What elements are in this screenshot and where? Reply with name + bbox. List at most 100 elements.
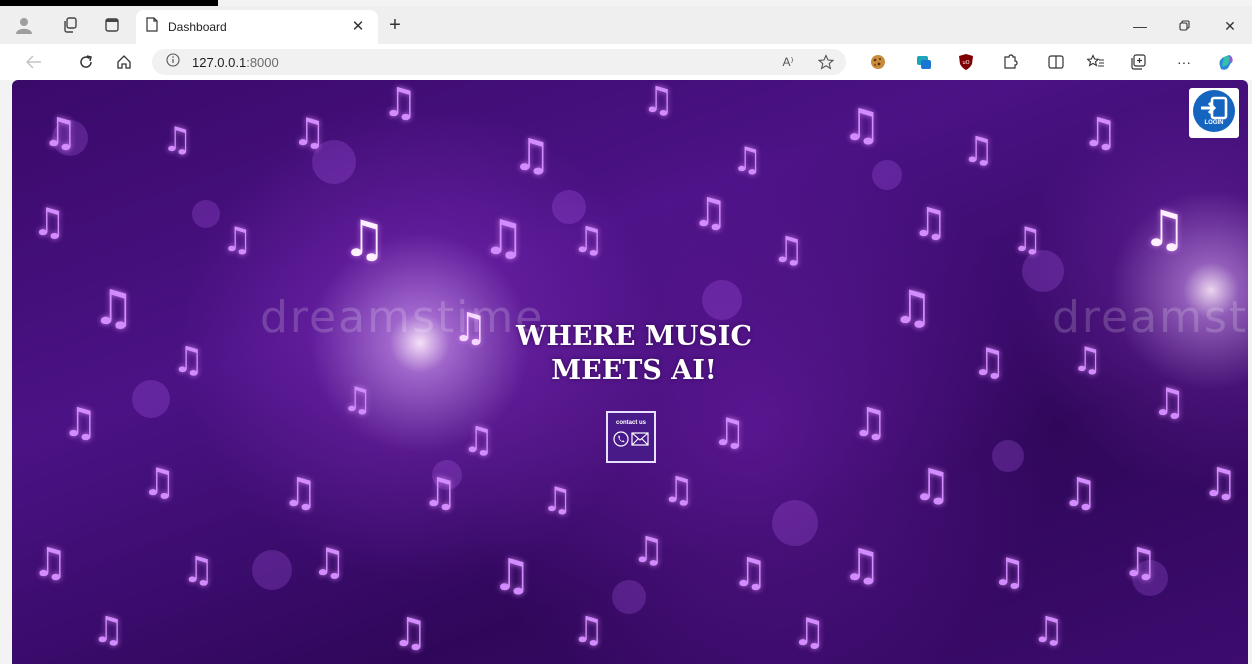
window-close-icon[interactable]: ✕	[1220, 16, 1240, 36]
new-tab-icon[interactable]: +	[384, 14, 406, 36]
profile-icon[interactable]	[14, 15, 34, 35]
music-note-icon: ♫	[632, 530, 665, 571]
bokeh-circle	[612, 580, 646, 614]
browser-toolbar: 127.0.0.1:8000 A⁾ uO ···	[0, 44, 1252, 80]
screen-extension-icon[interactable]	[914, 52, 934, 72]
music-note-icon: ♫	[222, 220, 253, 260]
collections-icon[interactable]	[1128, 52, 1148, 72]
restore-icon[interactable]	[1174, 16, 1194, 36]
music-note-icon: ♫	[422, 470, 458, 516]
music-note-icon: ♫	[342, 380, 373, 420]
music-note-icon: ♫	[772, 230, 805, 271]
music-note-icon: ♫	[1032, 610, 1065, 651]
music-note-icon: ♫	[292, 110, 327, 154]
favorites-icon[interactable]	[1086, 52, 1106, 72]
browser-window: Dashboard ✕ + — ✕ 127.0.0.1:8000 A⁾ uO ·…	[0, 0, 1252, 664]
music-note-icon: ♫	[572, 220, 605, 261]
music-note-icon: ♫	[172, 340, 205, 381]
music-note-icon: ♫	[1062, 470, 1098, 516]
headline-line-2: MEETS AI!	[551, 355, 717, 386]
music-note-icon: ♫	[42, 110, 78, 156]
home-icon[interactable]	[114, 52, 134, 72]
close-icon[interactable]: ✕	[350, 19, 366, 35]
music-note-icon: ♫	[1082, 110, 1118, 156]
login-icon	[1192, 89, 1236, 138]
music-note-icon: ♫	[92, 280, 136, 336]
bokeh-circle	[992, 440, 1024, 472]
watermark-right: dreamstime	[1052, 292, 1248, 343]
login-button[interactable]: LOGIN	[1189, 88, 1239, 138]
contact-icons	[613, 431, 649, 452]
music-note-icon: ♫	[512, 130, 552, 181]
music-note-icon: ♫	[912, 200, 948, 246]
music-note-icon: ♫	[492, 550, 532, 601]
music-note-icon: ♫	[1072, 340, 1103, 380]
svg-text:uO: uO	[962, 60, 969, 66]
page-headline: WHERE MUSIC MEETS AI!	[464, 320, 804, 388]
ublock-extension-icon[interactable]: uO	[956, 52, 976, 72]
favorite-icon[interactable]	[816, 52, 836, 72]
music-note-icon: ♫	[892, 280, 934, 334]
music-note-icon: ♫	[62, 400, 98, 446]
bokeh-circle	[132, 380, 170, 418]
cookie-extension-icon[interactable]	[868, 52, 888, 72]
music-note-icon: ♫	[842, 100, 882, 151]
tab-bar: Dashboard ✕ + — ✕	[0, 6, 1252, 44]
music-note-icon: ♫	[572, 610, 605, 651]
workspaces-icon[interactable]	[60, 15, 80, 35]
music-note-icon: ♫	[732, 140, 763, 180]
copilot-icon[interactable]	[1216, 52, 1236, 72]
music-note-icon: ♫	[162, 120, 193, 160]
music-note-icon: ♫	[792, 610, 827, 654]
music-note-icon: ♫	[1202, 460, 1238, 506]
minimize-icon[interactable]: —	[1130, 16, 1150, 36]
bokeh-circle	[772, 500, 818, 546]
extension-icon[interactable]	[1000, 52, 1020, 72]
music-note-icon: ♫	[32, 200, 67, 244]
page-icon	[146, 17, 158, 37]
music-note-icon: ♫	[852, 400, 888, 446]
music-note-icon: ♫	[912, 460, 952, 511]
bokeh-circle	[702, 280, 742, 320]
music-note-icon: ♫	[1122, 540, 1158, 586]
music-note-icon: ♫	[182, 550, 215, 591]
music-note-icon: ♫	[1152, 380, 1187, 424]
music-note-icon: ♫	[382, 80, 418, 126]
music-note-icon: ♫	[972, 340, 1007, 384]
headline-line-1: WHERE MUSIC	[516, 321, 752, 352]
phone-icon	[613, 431, 629, 452]
address-text: 127.0.0.1:8000	[192, 55, 279, 70]
info-icon[interactable]	[166, 52, 180, 72]
music-note-icon: ♫	[482, 210, 526, 266]
tab-actions-icon[interactable]	[102, 15, 122, 35]
music-note-icon: ♫	[92, 610, 125, 651]
music-note-icon: ♫	[662, 470, 695, 511]
refresh-icon[interactable]	[76, 52, 96, 72]
contact-us-button[interactable]: contact us	[606, 411, 656, 463]
page-viewport: ♫ ♫ ♫ ♫ ♫ ♫ ♫ ♫ ♫ ♫ ♫ ♫ ♫ ♫ ♫ ♫ ♫ ♫ ♫ ♫ …	[12, 80, 1248, 664]
tab-dashboard[interactable]: Dashboard ✕	[136, 10, 378, 44]
music-note-icon: ♫	[542, 480, 573, 520]
tab-title: Dashboard	[168, 20, 227, 34]
login-label: LOGIN	[1204, 120, 1224, 126]
bokeh-circle	[872, 160, 902, 190]
music-note-icon: ♫	[282, 470, 318, 516]
music-note-icon: ♫	[342, 210, 387, 268]
mail-icon	[631, 431, 649, 452]
bokeh-circle	[252, 550, 292, 590]
contact-us-label: contact us	[615, 420, 646, 426]
more-icon[interactable]: ···	[1174, 52, 1194, 72]
music-note-icon: ♫	[462, 420, 495, 461]
music-note-icon: ♫	[392, 610, 428, 656]
read-aloud-icon[interactable]: A⁾	[778, 52, 798, 72]
split-screen-icon[interactable]	[1046, 52, 1066, 72]
back-icon[interactable]	[24, 52, 44, 72]
address-bar[interactable]: 127.0.0.1:8000 A⁾	[152, 49, 846, 75]
music-note-icon: ♫	[142, 460, 177, 504]
address-port: :8000	[246, 54, 279, 70]
music-note-icon: ♫	[962, 130, 995, 171]
music-note-icon: ♫	[842, 540, 882, 591]
address-host: 127.0.0.1	[192, 54, 247, 70]
music-note-icon: ♫	[1142, 200, 1187, 258]
music-note-icon: ♫	[692, 190, 728, 236]
